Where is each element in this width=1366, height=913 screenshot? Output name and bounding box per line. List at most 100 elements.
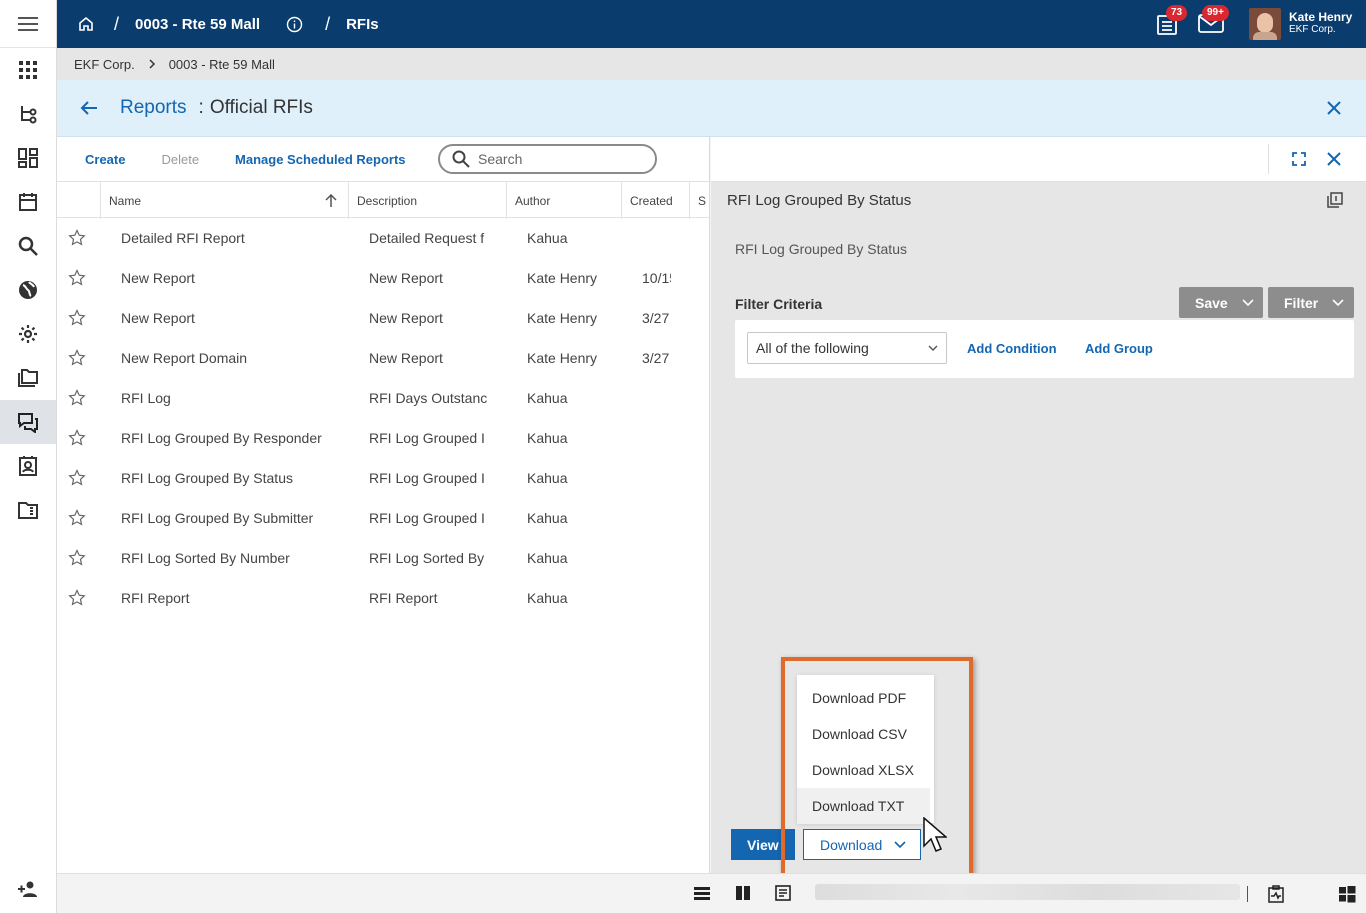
calendar-nav[interactable] (0, 180, 56, 224)
home-button[interactable] (78, 16, 94, 32)
report-name[interactable]: New Report Domain (121, 338, 341, 378)
windows-button[interactable] (1338, 885, 1356, 903)
list-view-button[interactable] (694, 886, 710, 900)
table-row[interactable]: RFI Log RFI Days Outstanc Kahua (57, 378, 709, 418)
report-description: RFI Log Grouped I (369, 430, 485, 446)
report-author: Kahua (527, 230, 568, 246)
project-info-button[interactable] (286, 16, 303, 33)
table-row[interactable]: New Report New Report Kate Henry 10/15 (57, 258, 709, 298)
report-name[interactable]: RFI Log Grouped By Responder (121, 418, 341, 458)
hierarchy-nav[interactable] (0, 92, 56, 136)
globe-nav[interactable] (0, 268, 56, 312)
favorite-star-button[interactable] (68, 218, 86, 258)
split-view-button[interactable] (735, 885, 751, 901)
delete-button[interactable]: Delete (161, 152, 199, 167)
report-name[interactable]: RFI Log Grouped By Status (121, 458, 341, 498)
document-folder-icon (18, 502, 38, 519)
user-info[interactable]: Kate Henry EKF Corp. (1289, 11, 1352, 36)
expand-button[interactable] (1292, 152, 1306, 166)
add-user-nav[interactable] (0, 867, 56, 911)
download-txt-option[interactable]: Download TXT (797, 788, 930, 824)
detail-view-button[interactable] (775, 885, 791, 901)
search-box[interactable] (438, 144, 657, 174)
table-row[interactable]: New Report Domain New Report Kate Henry 3/2… (57, 338, 709, 378)
column-header-created[interactable]: Created (621, 182, 697, 219)
table-row[interactable]: RFI Log Grouped By Status RFI Log Grouped… (57, 458, 709, 498)
search-nav[interactable] (0, 224, 56, 268)
download-csv-option[interactable]: Download CSV (797, 716, 934, 752)
favorite-star-button[interactable] (68, 578, 86, 618)
close-page-button[interactable] (1326, 100, 1342, 116)
contact-card-icon (19, 456, 37, 476)
chevron-down-icon (1332, 298, 1344, 306)
column-header-description[interactable]: Description (348, 182, 506, 219)
folders-icon (18, 369, 38, 387)
create-button[interactable]: Create (85, 152, 125, 167)
report-name[interactable]: RFI Log Sorted By Number (121, 538, 341, 578)
column-header-author[interactable]: Author (506, 182, 621, 219)
favorite-star-button[interactable] (68, 338, 86, 378)
download-xlsx-option[interactable]: Download XLSX (797, 752, 934, 788)
search-input[interactable] (478, 151, 638, 167)
favorite-star-button[interactable] (68, 258, 86, 298)
table-row[interactable]: Detailed RFI Report Detailed Request f Kah… (57, 218, 709, 258)
documents-nav[interactable] (0, 488, 56, 532)
table-row[interactable]: New Report New Report Kate Henry 3/27 (57, 298, 709, 338)
table-header: Name Description Author Created S (57, 181, 710, 219)
apps-grid-icon (19, 61, 37, 79)
favorite-star-button[interactable] (68, 418, 86, 458)
column-header-status[interactable]: S (689, 182, 710, 219)
condition-select-value: All of the following (756, 340, 869, 356)
report-name[interactable]: New Report (121, 258, 341, 298)
mouse-cursor-icon (923, 817, 947, 852)
rfi-nav[interactable] (0, 400, 56, 444)
table-row[interactable]: RFI Log Sorted By Number RFI Log Sorted B… (57, 538, 709, 578)
favorite-star-button[interactable] (68, 538, 86, 578)
table-row[interactable]: RFI Report RFI Report Kahua (57, 578, 709, 618)
copy-button[interactable] (1327, 192, 1343, 208)
reports-link[interactable]: Reports (120, 97, 187, 119)
close-panel-button[interactable] (1327, 152, 1341, 166)
star-icon (68, 229, 86, 246)
star-icon (68, 309, 86, 326)
condition-select[interactable]: All of the following (747, 332, 947, 364)
breadcrumb-project[interactable]: 0003 - Rte 59 Mall (169, 57, 275, 72)
close-icon (1327, 101, 1341, 115)
report-name[interactable]: RFI Report (121, 578, 341, 618)
folders-nav[interactable] (0, 356, 56, 400)
table-row[interactable]: RFI Log Grouped By Responder RFI Log Grou… (57, 418, 709, 458)
favorite-star-button[interactable] (68, 458, 86, 498)
module-link[interactable]: RFIs (346, 16, 379, 33)
manage-scheduled-reports-button[interactable]: Manage Scheduled Reports (235, 152, 405, 167)
clipboard-pulse-icon (1268, 885, 1284, 903)
favorite-star-button[interactable] (68, 378, 86, 418)
home-icon (79, 16, 93, 31)
project-link[interactable]: 0003 - Rte 59 Mall (135, 16, 260, 33)
back-button[interactable] (80, 100, 98, 116)
report-name[interactable]: New Report (121, 298, 341, 338)
download-pdf-option[interactable]: Download PDF (797, 680, 934, 716)
dashboard-nav[interactable] (0, 136, 56, 180)
report-author: Kahua (527, 550, 568, 566)
favorite-star-button[interactable] (68, 498, 86, 538)
add-group-link[interactable]: Add Group (1085, 341, 1153, 356)
report-name[interactable]: Detailed RFI Report (121, 218, 341, 258)
avatar[interactable] (1249, 8, 1281, 40)
save-button[interactable]: Save (1179, 287, 1263, 318)
activity-button[interactable] (1268, 885, 1284, 903)
filter-button[interactable]: Filter (1268, 287, 1354, 318)
column-header-name[interactable]: Name (100, 182, 348, 219)
menu-button[interactable] (0, 0, 56, 48)
settings-nav[interactable] (0, 312, 56, 356)
report-created: 3/27 (642, 350, 670, 366)
add-condition-link[interactable]: Add Condition (967, 341, 1057, 356)
report-created (642, 418, 671, 458)
breadcrumb-company[interactable]: EKF Corp. (74, 57, 135, 72)
contacts-nav[interactable] (0, 444, 56, 488)
table-row[interactable]: RFI Log Grouped By Submitter RFI Log Grou… (57, 498, 709, 538)
report-author: Kahua (527, 470, 568, 486)
apps-nav[interactable] (0, 48, 56, 92)
report-name[interactable]: RFI Log (121, 378, 341, 418)
report-name[interactable]: RFI Log Grouped By Submitter (121, 498, 341, 538)
favorite-star-button[interactable] (68, 298, 86, 338)
